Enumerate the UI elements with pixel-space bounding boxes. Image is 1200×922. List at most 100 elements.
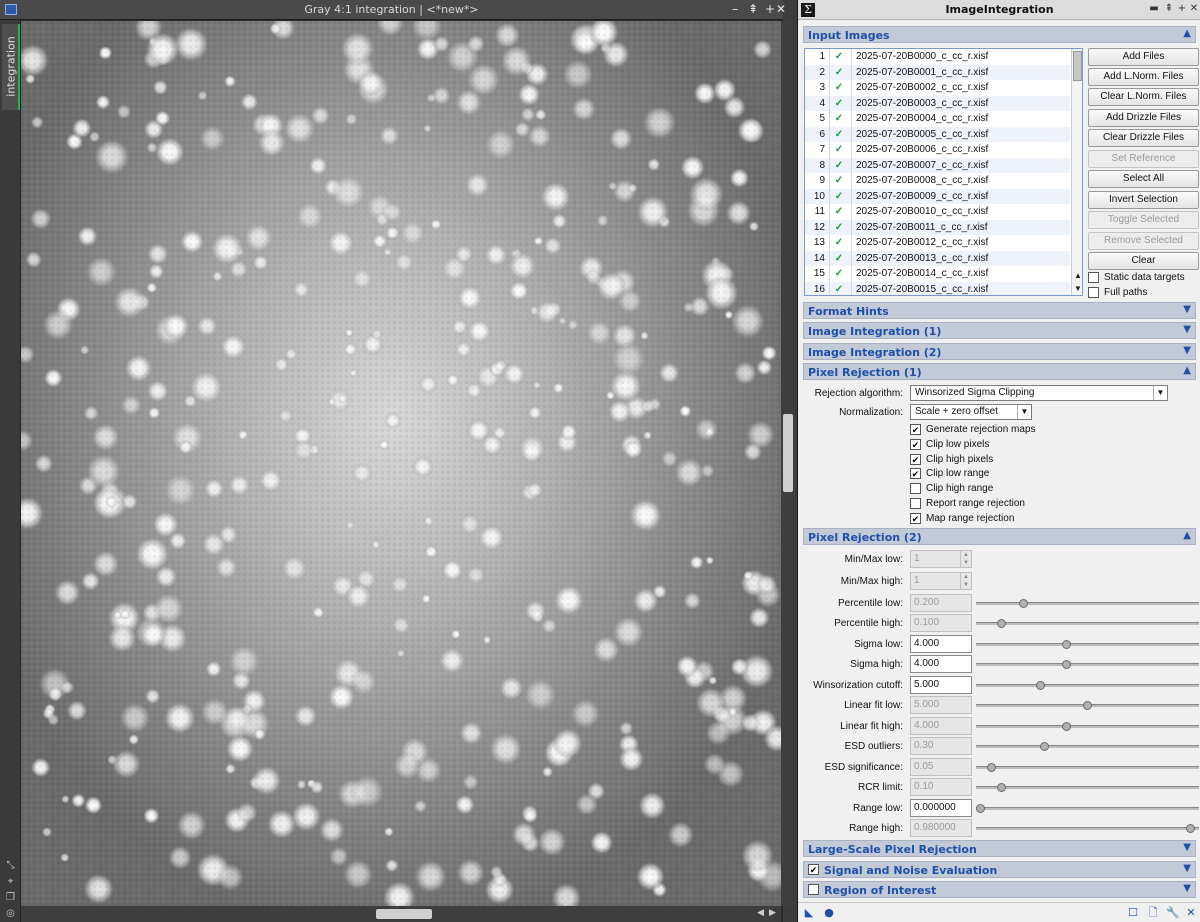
rejection-option-checkbox[interactable]: ✔ Map range rejection — [910, 512, 1110, 526]
image-titlebar[interactable]: Gray 4:1 integration | <*new*> – ⇞ + ✕ — [0, 0, 786, 20]
checkbox-box[interactable]: ✔ — [910, 453, 921, 465]
spin-arrows-icon[interactable]: ▲ ▼ — [960, 551, 971, 567]
rejection-algorithm-select[interactable]: Winsorized Sigma Clipping ▼ — [910, 385, 1168, 401]
parameter-input[interactable]: 0.000000 — [910, 798, 972, 817]
document-icon[interactable]: 🗋 — [1146, 906, 1160, 920]
enabled-check-icon[interactable]: ✓ — [833, 173, 845, 188]
slider-handle[interactable] — [1083, 701, 1092, 711]
maximize-button[interactable]: ⇞ — [746, 2, 760, 17]
new-instance-icon[interactable]: ◣ — [802, 906, 816, 920]
settings-icon[interactable]: ◎ — [5, 908, 16, 919]
enabled-check-icon[interactable]: ✓ — [833, 158, 845, 173]
enabled-check-icon[interactable]: ✓ — [833, 65, 845, 80]
panel-titlebar[interactable]: Σ ImageIntegration ▬ ⇞ + ✕ — [798, 0, 1200, 20]
shade-button[interactable]: ⇞ — [1163, 2, 1175, 16]
file-list-item[interactable]: 7 ✓ 2025-07-20B0006_c_cc_r.xisf — [805, 142, 1070, 158]
scroll-down-icon[interactable]: ▼ — [1074, 284, 1082, 293]
scroll-right-icon[interactable]: ▶ — [769, 908, 776, 918]
expand-icon[interactable]: ▼ — [1183, 345, 1191, 356]
enabled-check-icon[interactable]: ✓ — [833, 96, 845, 111]
apply-global-icon[interactable]: ● — [822, 906, 836, 920]
file-list-item[interactable]: 8 ✓ 2025-07-20B0007_c_cc_r.xisf — [805, 157, 1070, 173]
reset-icon[interactable]: ✕ — [1184, 906, 1198, 920]
file-list-item[interactable]: 15 ✓ 2025-07-20B0014_c_cc_r.xisf — [805, 266, 1070, 282]
full-paths-checkbox[interactable]: Full paths — [1088, 286, 1199, 300]
parameter-input[interactable]: 5.000 — [910, 675, 972, 694]
collapse-icon[interactable]: ▲ — [1183, 365, 1191, 376]
slider-handle[interactable] — [997, 619, 1007, 629]
expand-icon[interactable]: ▼ — [1183, 883, 1191, 894]
slider-handle[interactable] — [1040, 742, 1050, 752]
checkbox-box[interactable] — [910, 498, 921, 509]
scroll-up-icon[interactable]: ▲ — [1074, 271, 1082, 280]
add-drizzle-files-button[interactable]: Add Drizzle Files — [1088, 109, 1199, 127]
clear-lnorm-files-button[interactable]: Clear L.Norm. Files — [1088, 88, 1199, 106]
enabled-check-icon[interactable]: ✓ — [833, 204, 845, 219]
slider-handle[interactable] — [1018, 599, 1028, 608]
close-button[interactable]: ✕ — [1188, 2, 1200, 16]
parameter-slider[interactable] — [976, 783, 1199, 793]
add-icon[interactable]: + — [1176, 2, 1188, 16]
file-list-item[interactable]: 14 ✓ 2025-07-20B0013_c_cc_r.xisf — [805, 250, 1070, 266]
preview-icon[interactable]: ☐ — [1126, 906, 1140, 920]
scroll-left-icon[interactable]: ◀ — [757, 908, 764, 918]
slider-handle[interactable] — [1061, 721, 1071, 731]
parameter-slider[interactable] — [976, 639, 1199, 649]
enabled-check-icon[interactable]: ✓ — [833, 80, 845, 95]
checkbox-box[interactable]: ✔ — [910, 424, 921, 435]
remove-selected-button[interactable]: Remove Selected — [1088, 232, 1199, 250]
vertical-scroll-thumb[interactable] — [783, 414, 793, 492]
parameter-slider[interactable] — [976, 803, 1199, 813]
section-format-hints[interactable]: Format Hints ▼ — [803, 302, 1196, 319]
section-signal-noise-evaluation[interactable]: ✔ Signal and Noise Evaluation ▼ — [803, 861, 1196, 878]
rejection-option-checkbox[interactable]: ✔ Generate rejection maps — [910, 423, 1110, 437]
expand-icon[interactable]: ▼ — [1183, 842, 1191, 853]
file-list-item[interactable]: 9 ✓ 2025-07-20B0008_c_cc_r.xisf — [805, 173, 1070, 189]
expand-icon[interactable]: ▼ — [1183, 324, 1191, 335]
parameter-slider[interactable] — [976, 660, 1199, 670]
enabled-check-icon[interactable]: ✓ — [833, 235, 845, 250]
checkbox-box[interactable] — [910, 483, 921, 495]
file-list-scrollbar[interactable]: ▲ ▼ — [1071, 49, 1082, 295]
file-list-item[interactable]: 5 ✓ 2025-07-20B0004_c_cc_r.xisf — [805, 111, 1070, 127]
section-image-integration-2[interactable]: Image Integration (2) ▼ — [803, 343, 1196, 360]
static-data-targets-checkbox[interactable]: Static data targets — [1088, 271, 1199, 285]
file-list-item[interactable]: 10 ✓ 2025-07-20B0009_c_cc_r.xisf — [805, 188, 1070, 204]
parameter-input[interactable]: 4.000 — [910, 655, 972, 674]
section-region-of-interest[interactable]: Region of Interest ▼ — [803, 881, 1196, 898]
collapse-icon[interactable]: ▲ — [1183, 530, 1191, 541]
file-list-item[interactable]: 2 ✓ 2025-07-20B0001_c_cc_r.xisf — [805, 64, 1070, 80]
image-viewport[interactable] — [21, 21, 781, 906]
select-all-button[interactable]: Select All — [1088, 170, 1199, 188]
add-icon[interactable]: + — [763, 2, 777, 17]
parameter-input[interactable]: 5.000 — [910, 696, 972, 715]
section-enable-checkbox[interactable] — [808, 884, 819, 895]
file-list-item[interactable]: 3 ✓ 2025-07-20B0002_c_cc_r.xisf — [805, 80, 1070, 96]
parameter-slider[interactable] — [976, 721, 1199, 731]
rejection-option-checkbox[interactable]: ✔ Clip high pixels — [910, 453, 1110, 467]
collapse-icon[interactable]: ▲ — [1183, 28, 1191, 39]
parameter-slider[interactable] — [976, 742, 1199, 752]
checkbox-box[interactable]: ✔ — [910, 512, 921, 524]
enabled-check-icon[interactable]: ✓ — [833, 220, 845, 235]
parameter-slider[interactable] — [976, 762, 1199, 772]
input-file-list[interactable]: 1 ✓ 2025-07-20B0000_c_cc_r.xisf 2 ✓ 2025-07-2… — [804, 48, 1083, 296]
parameter-input[interactable]: 4.000 — [910, 716, 972, 735]
section-large-scale-rejection[interactable]: Large-Scale Pixel Rejection ▼ — [803, 840, 1196, 857]
vertical-scrollbar[interactable] — [781, 21, 794, 906]
section-input-images[interactable]: Input Images ▲ — [803, 26, 1196, 43]
slider-handle[interactable] — [997, 783, 1007, 793]
zoom-fit-icon[interactable]: ⤡ — [5, 860, 16, 871]
expand-icon[interactable]: ▼ — [1183, 304, 1191, 315]
parameter-input[interactable]: 0.10 — [910, 778, 972, 797]
horizontal-scrollbar[interactable]: ◀ ▶ — [21, 906, 781, 922]
section-pixel-rejection-2[interactable]: Pixel Rejection (2) ▲ — [803, 528, 1196, 545]
file-list-scroll-thumb[interactable] — [1073, 51, 1082, 81]
enabled-check-icon[interactable]: ✓ — [833, 127, 845, 142]
file-list-item[interactable]: 6 ✓ 2025-07-20B0005_c_cc_r.xisf — [805, 126, 1070, 142]
checkbox-box[interactable]: ✔ — [910, 438, 921, 450]
wrench-icon[interactable]: 🔧 — [1166, 906, 1180, 920]
enabled-check-icon[interactable]: ✓ — [833, 266, 845, 281]
minimize-button[interactable]: – — [728, 2, 742, 17]
parameter-slider[interactable] — [976, 619, 1199, 629]
